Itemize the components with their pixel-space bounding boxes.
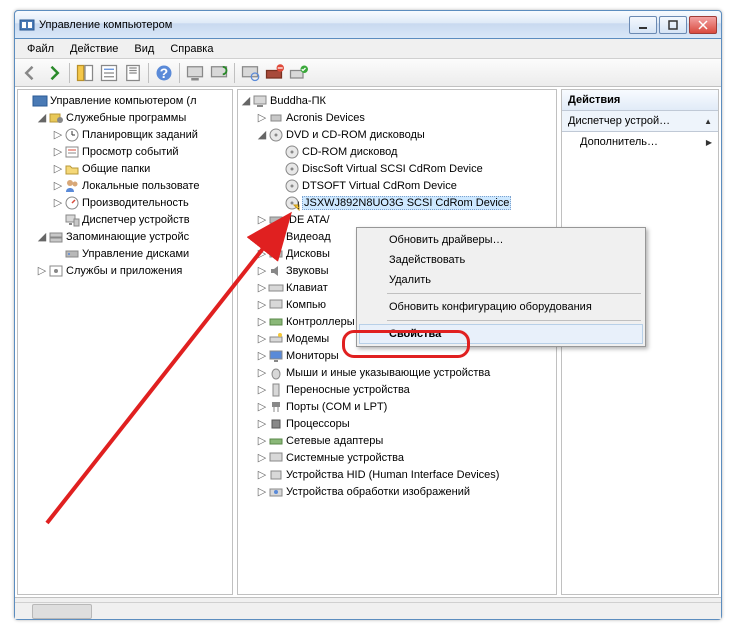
ctx-enable[interactable]: Задействовать [359, 250, 643, 270]
menu-view[interactable]: Вид [126, 41, 162, 57]
uninstall-button[interactable] [263, 62, 285, 84]
back-button[interactable] [19, 62, 41, 84]
tree-root[interactable]: Управление компьютером (л [20, 92, 230, 109]
device-discsoft[interactable]: DiscSoft Virtual SCSI CdRom Device [240, 160, 554, 177]
ctx-update-drivers[interactable]: Обновить драйверы… [359, 230, 643, 250]
minimize-button[interactable] [629, 16, 657, 34]
tree-storage[interactable]: ◢Запоминающие устройс [20, 228, 230, 245]
show-hide-button[interactable] [74, 62, 96, 84]
device-network[interactable]: ▷Сетевые адаптеры [240, 432, 554, 449]
ctx-scan-hardware[interactable]: Обновить конфигурацию оборудования [359, 297, 643, 317]
tree-performance[interactable]: ▷Производительность [20, 194, 230, 211]
properties-button[interactable] [98, 62, 120, 84]
device-imaging[interactable]: ▷Устройства обработки изображений [240, 483, 554, 500]
window-title: Управление компьютером [39, 19, 629, 31]
tree-system-tools[interactable]: ◢Служебные программы [20, 109, 230, 126]
chevron-right-icon: ▶ [706, 138, 712, 147]
device-system[interactable]: ▷Системные устройства [240, 449, 554, 466]
computer-icon[interactable] [184, 62, 206, 84]
device-mice[interactable]: ▷Мыши и иные указывающие устройства [240, 364, 554, 381]
help-button[interactable]: ? [153, 62, 175, 84]
tree-disk-management[interactable]: Управление дисками [20, 245, 230, 262]
device-dtsoft[interactable]: DTSOFT Virtual CdRom Device [240, 177, 554, 194]
tree-task-scheduler[interactable]: ▷Планировщик заданий [20, 126, 230, 143]
enable-button[interactable] [287, 62, 309, 84]
titlebar[interactable]: Управление компьютером [15, 11, 721, 39]
actions-header: Действия [562, 90, 718, 111]
device-cdrom[interactable]: CD-ROM дисковод [240, 143, 554, 160]
close-button[interactable] [689, 16, 717, 34]
actions-more[interactable]: Дополнитель…▶ [562, 132, 718, 152]
device-acronis[interactable]: ▷Acronis Devices [240, 109, 554, 126]
device-jsxw-selected[interactable]: !JSXWJ892N8UO3G SCSI CdRom Device [240, 194, 554, 211]
app-icon [19, 17, 35, 33]
device-monitors[interactable]: ▷Мониторы [240, 347, 554, 364]
device-portable[interactable]: ▷Переносные устройства [240, 381, 554, 398]
menu-help[interactable]: Справка [162, 41, 221, 57]
collapse-icon: ▲ [704, 117, 712, 126]
ctx-delete[interactable]: Удалить [359, 270, 643, 290]
toolbar: ? [15, 59, 721, 87]
left-pane[interactable]: Управление компьютером (л ◢Служебные про… [17, 89, 233, 595]
context-menu: Обновить драйверы… Задействовать Удалить… [356, 227, 646, 347]
forward-button[interactable] [43, 62, 65, 84]
export-button[interactable] [122, 62, 144, 84]
menu-action[interactable]: Действие [62, 41, 126, 57]
maximize-button[interactable] [659, 16, 687, 34]
ctx-separator [387, 320, 641, 321]
device-dvd-category[interactable]: ◢DVD и CD-ROM дисководы [240, 126, 554, 143]
device-ide[interactable]: ▷IDE ATA/ [240, 211, 554, 228]
svg-text:!: ! [297, 200, 300, 211]
tree-services[interactable]: ▷Службы и приложения [20, 262, 230, 279]
device-processors[interactable]: ▷Процессоры [240, 415, 554, 432]
tree-local-users[interactable]: ▷Локальные пользовате [20, 177, 230, 194]
actions-section[interactable]: Диспетчер устрой…▲ [562, 111, 718, 132]
tree-shared-folders[interactable]: ▷Общие папки [20, 160, 230, 177]
device-root[interactable]: ◢Buddha-ПК [240, 92, 554, 109]
scan-button[interactable] [239, 62, 261, 84]
menu-file[interactable]: Файл [19, 41, 62, 57]
refresh-button[interactable] [208, 62, 230, 84]
ctx-properties[interactable]: Свойства [359, 324, 643, 344]
device-hid[interactable]: ▷Устройства HID (Human Interface Devices… [240, 466, 554, 483]
tree-event-viewer[interactable]: ▷Просмотр событий [20, 143, 230, 160]
tree-device-manager[interactable]: Диспетчер устройств [20, 211, 230, 228]
svg-text:?: ? [160, 66, 168, 81]
menubar: Файл Действие Вид Справка [15, 39, 721, 59]
device-ports[interactable]: ▷Порты (COM и LPT) [240, 398, 554, 415]
ctx-separator [387, 293, 641, 294]
